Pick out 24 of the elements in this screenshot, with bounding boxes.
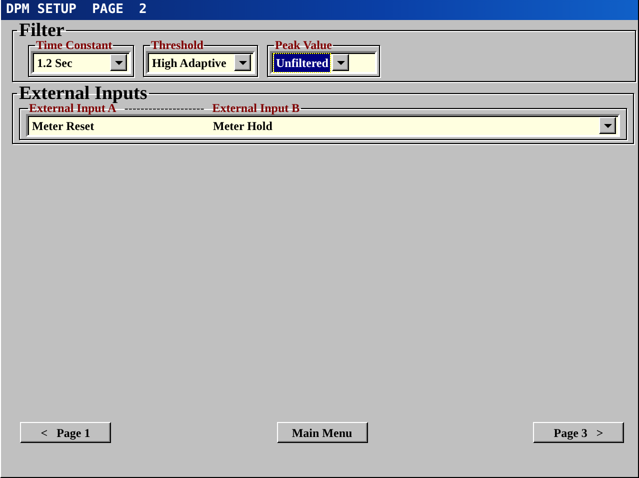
field-label: External Input B: [212, 102, 300, 114]
caret-icon: [336, 60, 345, 64]
dropdown-button[interactable]: [110, 54, 127, 71]
dropdown-button[interactable]: [599, 117, 616, 134]
dropdown-field[interactable]: Unfiltered: [270, 51, 377, 74]
dropdown-field[interactable]: High Adaptive: [146, 51, 255, 74]
field-label: Peak Value: [274, 39, 334, 51]
window-title: DPM SETUP PAGE 2: [6, 2, 147, 17]
caret-icon: [114, 60, 122, 64]
group-title: Filter: [18, 22, 66, 39]
field-label: External Input A: [29, 102, 116, 114]
group-title: External Inputs: [18, 85, 148, 102]
nav-button[interactable]: Page 3 >: [533, 422, 624, 443]
dropdown-button[interactable]: [332, 54, 350, 71]
caret-icon: [604, 124, 612, 128]
field-label: Threshold: [150, 39, 204, 51]
dropdown-button[interactable]: [234, 54, 251, 71]
nav-button[interactable]: < Page 1: [20, 422, 111, 443]
dropdown-field[interactable]: 1.2 Sec: [31, 51, 131, 74]
field-label: Time Constant: [35, 39, 114, 51]
dropdown-field[interactable]: Meter Reset Meter Hold: [26, 114, 620, 137]
caret-icon: [238, 60, 246, 64]
field-label: --------------------: [124, 102, 204, 114]
nav-button[interactable]: Main Menu: [276, 422, 368, 443]
